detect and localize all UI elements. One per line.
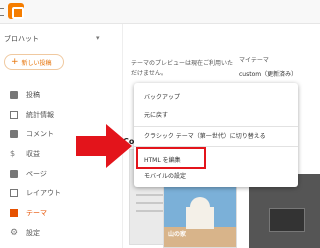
preview-line — [136, 202, 166, 204]
new-post-button[interactable]: + 新しい投稿 — [4, 54, 64, 70]
sidebar-item-layout[interactable]: レイアウト — [0, 184, 118, 202]
card-image — [269, 208, 305, 232]
card-title: 山の家 — [168, 231, 187, 238]
my-theme-label: マイテーマ — [239, 57, 269, 64]
sidebar-item-settings[interactable]: ⚙ 設定 — [0, 224, 118, 242]
dollar-icon: $ — [10, 149, 16, 158]
sidebar-item-label: テーマ — [26, 209, 47, 217]
sidebar-item-label: 収益 — [26, 150, 40, 158]
top-bar — [0, 0, 320, 24]
theme-icon — [10, 209, 18, 217]
my-theme-value: custom（更新済み） — [239, 71, 298, 78]
hamburger-menu-icon[interactable] — [0, 8, 4, 16]
blog-name[interactable]: ブロハット — [4, 34, 39, 44]
sidebar-item-label: 設定 — [26, 229, 40, 237]
menu-item-switch-classic[interactable]: クラシック テーマ（第一世代）に切り替える — [134, 127, 298, 143]
page-icon — [10, 170, 18, 178]
sidebar-item-theme[interactable]: テーマ — [0, 204, 118, 222]
menu-item-mobile-settings[interactable]: モバイルの設定 — [134, 167, 298, 183]
sidebar-item-label: 投稿 — [26, 91, 40, 99]
document-icon — [10, 91, 18, 99]
highlight-box — [136, 147, 206, 169]
theme-options-menu: バックアップ 元に戻す クラシック テーマ（第一世代）に切り替える HTML を… — [134, 83, 298, 187]
menu-item-backup[interactable]: バックアップ — [134, 88, 298, 104]
blogger-logo[interactable] — [8, 3, 24, 19]
sidebar-item-posts[interactable]: 投稿 — [0, 86, 118, 104]
card-house — [186, 207, 214, 229]
sidebar-item-label: 統計情報 — [26, 111, 54, 119]
red-arrow-icon — [76, 124, 132, 168]
sidebar-item-label: レイアウト — [26, 189, 61, 197]
plus-icon: + — [11, 56, 19, 67]
bar-chart-icon — [10, 111, 18, 119]
comment-icon — [10, 130, 18, 138]
sidebar-item-label: コメント — [26, 130, 54, 138]
preview-unavailable-text: テーマのプレビューは現在ご利用いただけません。 — [131, 60, 234, 77]
theme-gallery-card[interactable]: 山の家 — [163, 184, 237, 248]
sidebar-item-label: ページ — [26, 170, 47, 178]
sidebar-item-stats[interactable]: 統計情報 — [0, 106, 118, 124]
new-post-label: 新しい投稿 — [21, 59, 52, 67]
layout-icon — [10, 189, 18, 197]
settings-icon: ⚙ — [10, 228, 19, 238]
chevron-down-icon[interactable]: ▾ — [96, 34, 100, 42]
menu-item-restore[interactable]: 元に戻す — [134, 106, 298, 122]
